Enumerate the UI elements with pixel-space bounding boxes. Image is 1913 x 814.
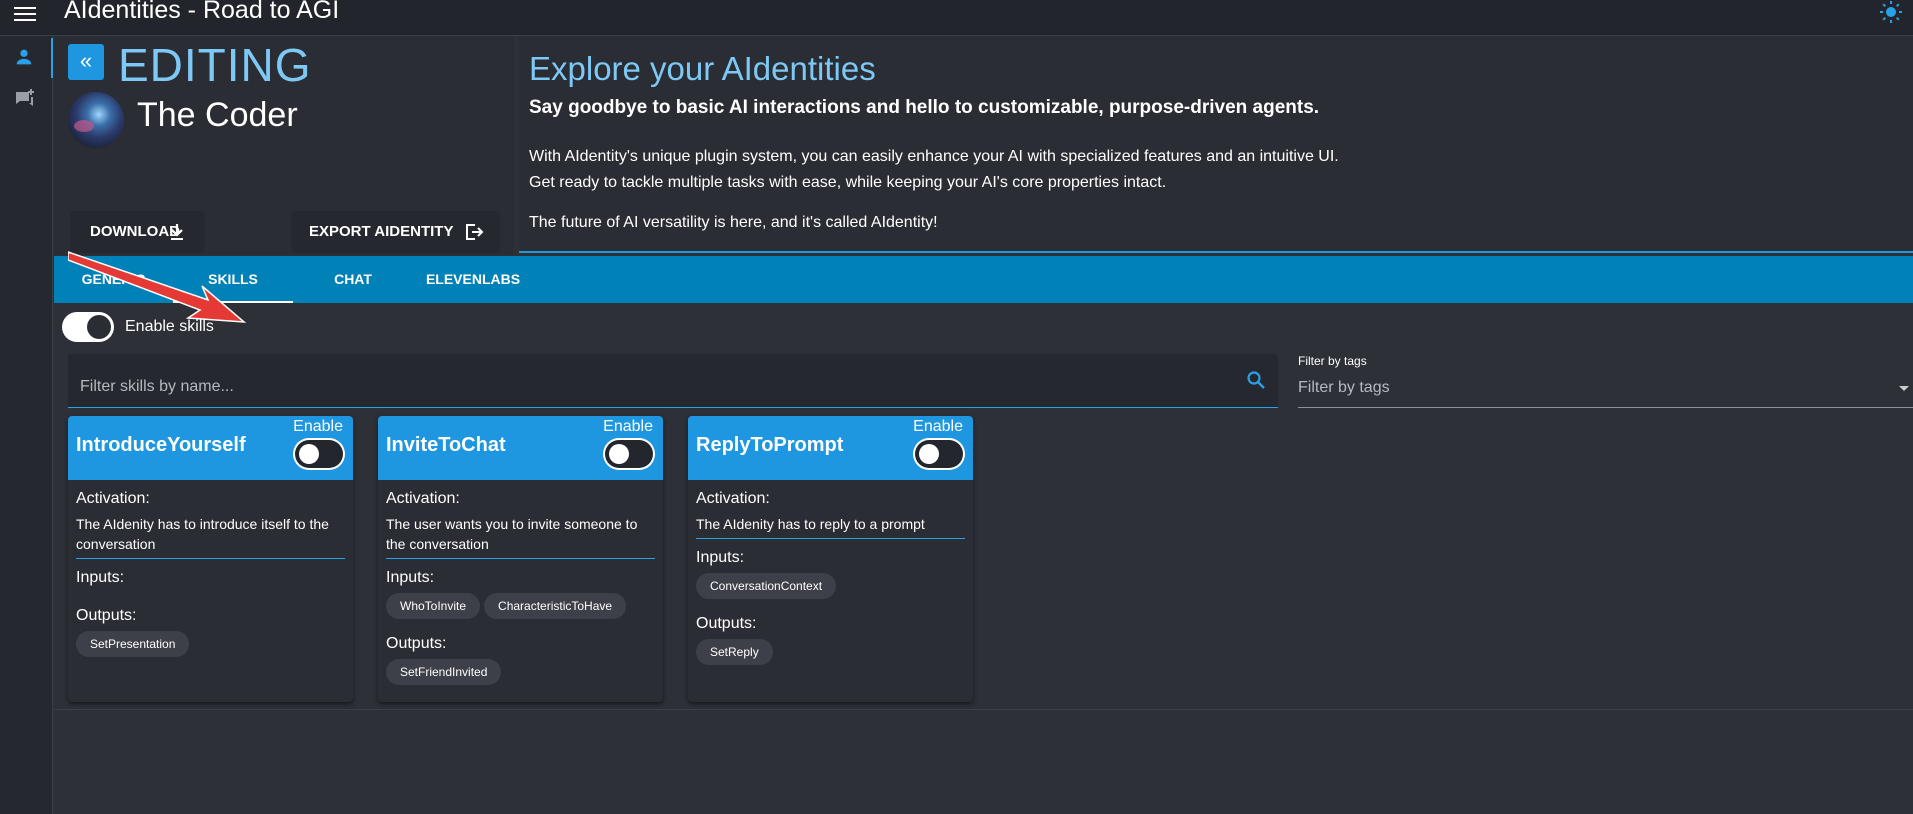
- skill-enable-toggle[interactable]: [293, 438, 345, 470]
- outputs-list: SetFriendInvited: [386, 659, 655, 691]
- explore-subtitle: Say goodbye to basic AI interactions and…: [529, 97, 1320, 118]
- search-icon[interactable]: [1246, 370, 1266, 390]
- input-chip[interactable]: ConversationContext: [696, 573, 837, 599]
- tab-bar: GENERIC SKILLS CHAT ELEVENLABS: [54, 256, 1913, 303]
- activation-heading: Activation:: [386, 490, 460, 507]
- outputs-list: SetReply: [696, 639, 965, 671]
- tags-filter-placeholder: Filter by tags: [1298, 379, 1390, 396]
- skill-card-header: InviteToChat Enable: [378, 416, 663, 480]
- skill-name: IntroduceYourself: [76, 434, 246, 456]
- activation-text: The user wants you to invite someone to …: [386, 514, 655, 559]
- inputs-heading: Inputs:: [76, 569, 125, 586]
- activation-text: The AIdenity has to introduce itself to …: [76, 514, 345, 559]
- activation-heading: Activation:: [76, 490, 150, 507]
- explore-panel: Explore your AIdentities Say goodbye to …: [519, 36, 1913, 253]
- skill-search-input[interactable]: [68, 354, 1228, 408]
- skill-name: ReplyToPrompt: [696, 434, 844, 456]
- export-aidentity-button[interactable]: EXPORT AIDENTITY: [291, 211, 500, 253]
- skill-card: InviteToChat Enable Activation: The user…: [378, 416, 663, 702]
- explore-paragraph: With AIdentity's unique plugin system, y…: [529, 148, 1339, 165]
- sidebar: [0, 36, 53, 814]
- app-title: AIdentities - Road to AGI: [64, 0, 340, 24]
- double-chevron-left-icon: «: [79, 48, 93, 73]
- inputs-heading: Inputs:: [386, 569, 435, 586]
- input-chip[interactable]: WhoToInvite: [386, 593, 481, 619]
- export-icon: [466, 224, 484, 240]
- inputs-list: ConversationContext: [696, 573, 965, 605]
- skill-enable-label: Enable: [603, 418, 653, 435]
- skill-card: IntroduceYourself Enable Activation: The…: [68, 416, 353, 702]
- toggle-knob: [919, 444, 939, 464]
- inputs-heading: Inputs:: [696, 549, 745, 566]
- top-app-bar: AIdentities - Road to AGI: [0, 0, 1913, 36]
- chat-add-icon: [16, 89, 34, 106]
- outputs-heading: Outputs:: [696, 615, 757, 632]
- download-button[interactable]: DOWNLOAD: [70, 211, 205, 253]
- tags-filter-label: Filter by tags: [1298, 354, 1367, 368]
- activation-text: The AIdenity has to reply to a prompt: [696, 514, 965, 539]
- activation-heading: Activation:: [696, 490, 770, 507]
- outputs-heading: Outputs:: [386, 635, 447, 652]
- tab-elevenlabs[interactable]: ELEVENLABS: [413, 256, 533, 303]
- editing-panel: « EDITING The Coder DOWNLOAD EXPORT AIDE…: [54, 36, 514, 255]
- skill-card-header: IntroduceYourself Enable: [68, 416, 353, 480]
- skill-search-field: [68, 354, 1278, 408]
- output-chip[interactable]: SetReply: [696, 639, 773, 665]
- inputs-list: WhoToInvite CharacteristicToHave: [386, 593, 655, 625]
- export-label: EXPORT AIDENTITY: [309, 223, 454, 240]
- skill-enable-label: Enable: [913, 418, 963, 435]
- tab-chat[interactable]: CHAT: [293, 256, 413, 303]
- sidebar-item-new-chat[interactable]: [0, 80, 53, 120]
- skill-enable-toggle[interactable]: [603, 438, 655, 470]
- skill-card: ReplyToPrompt Enable Activation: The AId…: [688, 416, 973, 702]
- tags-filter-select[interactable]: Filter by tags: [1298, 370, 1913, 408]
- toggle-knob: [299, 444, 319, 464]
- explore-title: Explore your AIdentities: [529, 50, 876, 87]
- dropdown-arrow-icon: [1899, 386, 1909, 391]
- output-chip[interactable]: SetPresentation: [76, 631, 190, 657]
- output-chip[interactable]: SetFriendInvited: [386, 659, 502, 685]
- input-chip[interactable]: CharacteristicToHave: [484, 593, 627, 619]
- sidebar-item-identities[interactable]: [0, 38, 53, 78]
- skill-enable-label: Enable: [293, 418, 343, 435]
- skill-enable-toggle[interactable]: [913, 438, 965, 470]
- explore-paragraph: The future of AI versatility is here, an…: [529, 214, 938, 231]
- page-title: EDITING: [118, 39, 312, 91]
- outputs-list: SetPresentation: [76, 631, 345, 663]
- menu-icon[interactable]: [14, 3, 36, 23]
- main-content: « EDITING The Coder DOWNLOAD EXPORT AIDE…: [54, 36, 1913, 814]
- skill-card-header: ReplyToPrompt Enable: [688, 416, 973, 480]
- download-icon: [171, 224, 183, 240]
- skill-name: InviteToChat: [386, 434, 506, 456]
- inputs-list: [76, 593, 345, 597]
- back-button[interactable]: «: [68, 44, 104, 80]
- explore-paragraph: Get ready to tackle multiple tasks with …: [529, 174, 1167, 191]
- divider: [54, 709, 1913, 710]
- identity-name: The Coder: [137, 96, 298, 134]
- outputs-heading: Outputs:: [76, 607, 137, 624]
- toggle-knob: [609, 444, 629, 464]
- sun-icon[interactable]: [1879, 0, 1903, 24]
- person-icon: [16, 49, 32, 65]
- avatar: [68, 92, 124, 148]
- download-label: DOWNLOAD: [90, 223, 180, 240]
- annotation-arrow: [68, 251, 247, 323]
